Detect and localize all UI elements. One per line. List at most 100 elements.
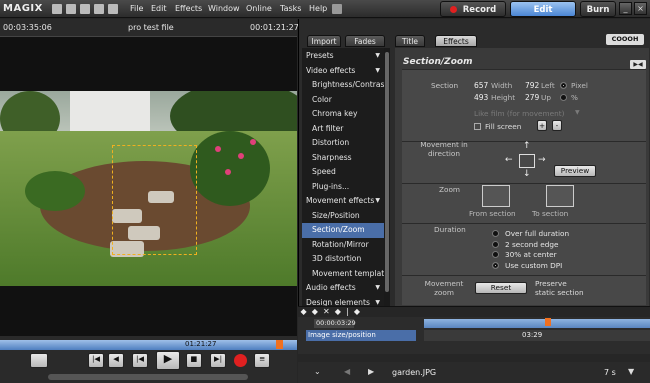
collapse-panel-button[interactable]: ▶◀ (630, 60, 646, 69)
burn-mode-button[interactable]: Burn (580, 1, 616, 17)
tab-import[interactable]: Import (307, 35, 341, 47)
effects-list-item[interactable]: Color (302, 93, 384, 108)
duration-radio[interactable] (492, 240, 499, 248)
save-icon[interactable] (80, 4, 90, 14)
menu-edit[interactable]: Edit (151, 4, 167, 13)
remove-button[interactable]: - (552, 120, 562, 131)
menu-help[interactable]: Help (309, 4, 327, 13)
menu-window[interactable]: Window (208, 4, 240, 13)
effects-group-item[interactable]: Movement effects ▼ (302, 194, 384, 209)
help-book-icon[interactable] (332, 4, 342, 14)
tab-effects[interactable]: Effects (435, 35, 477, 47)
playhead-marker[interactable] (276, 340, 283, 349)
record-button[interactable] (234, 354, 247, 367)
fill-screen-checkbox[interactable] (474, 123, 481, 130)
duration-radio[interactable] (492, 261, 499, 269)
effects-list-item[interactable]: Section/Zoom (302, 223, 384, 238)
menu-button[interactable]: ≡ (254, 353, 270, 368)
effects-group-item[interactable]: Video effects ▼ (302, 64, 384, 79)
direction-arrows-icon[interactable]: ↑ ↓ ← → (505, 141, 551, 182)
width-value[interactable]: 657 (474, 81, 488, 90)
jog-wheel[interactable] (48, 374, 248, 380)
effects-list-item[interactable]: Distortion (302, 136, 384, 151)
effects-list-item[interactable]: Art filter (302, 122, 384, 137)
effects-item-label: 3D distortion (312, 254, 362, 263)
from-section-icon[interactable] (482, 185, 510, 207)
stop-button[interactable]: ■ (186, 353, 202, 368)
arrow-right-icon[interactable]: → (538, 155, 546, 165)
new-file-icon[interactable] (52, 4, 62, 14)
play-button[interactable]: ▶ (156, 351, 180, 370)
record-mode-button[interactable]: Record (440, 1, 506, 17)
effects-panel: Import Fades Title Effects COOOH Presets… (298, 19, 650, 316)
movement-zoom-label: Movement zoom (424, 279, 464, 297)
tab-fades[interactable]: Fades (345, 35, 385, 47)
back-arrow-icon[interactable]: ◀ (344, 367, 350, 376)
video-preview-panel: 00:03:35:06 pro test file 00:01:21:27 (0, 19, 299, 354)
unit-pixel-radio[interactable] (560, 82, 567, 89)
keyframe-icons[interactable]: ◆ ◆ ✕ ◆ | ◆ (298, 307, 360, 316)
section-group (402, 69, 646, 141)
forward-arrow-icon[interactable]: ▶ (368, 367, 374, 376)
jump-start-button[interactable]: |◀ (88, 353, 104, 368)
arrow-left-icon[interactable]: ← (505, 155, 513, 165)
add-button[interactable]: + (537, 120, 547, 131)
direction-center[interactable] (519, 154, 535, 168)
menu-online[interactable]: Online (246, 4, 272, 13)
up-value[interactable]: 279 (525, 93, 539, 102)
effects-list-item[interactable]: Movement template (302, 267, 384, 282)
position-time: 01:21:27 (185, 340, 217, 348)
left-value[interactable]: 792 (525, 81, 539, 90)
effects-list-item[interactable]: 3D distortion (302, 252, 384, 267)
arrow-down-icon[interactable]: ↓ (523, 169, 531, 179)
close-button[interactable]: × (634, 2, 647, 15)
unit-percent-radio[interactable] (560, 94, 567, 101)
timeline-ruler[interactable] (424, 319, 650, 328)
effects-list-item[interactable]: Speed (302, 165, 384, 180)
step-forward-button[interactable]: ▶| (210, 353, 226, 368)
effects-item-label: Movement template (312, 268, 384, 278)
menu-effects[interactable]: Effects (175, 4, 202, 13)
video-frame[interactable] (0, 91, 297, 286)
effects-list-item[interactable]: Size/Position (302, 209, 384, 224)
effects-item-label: Presets (306, 51, 334, 60)
track-name[interactable]: Image size/position (306, 330, 416, 341)
effects-group-item[interactable]: Presets ▼ (302, 49, 384, 64)
dropdown-chevron-icon[interactable]: ▼ (628, 367, 634, 376)
zoom-label: Zoom (439, 185, 461, 194)
reset-button[interactable]: Reset (475, 282, 527, 294)
position-slider[interactable] (0, 340, 297, 350)
preview-button[interactable]: Preview (554, 165, 596, 177)
minimize-button[interactable]: _ (619, 2, 632, 15)
effects-list-item[interactable]: Rotation/Mirror (302, 238, 384, 253)
menu-file[interactable]: File (130, 4, 143, 13)
zoom-button[interactable] (30, 353, 48, 368)
tab-title[interactable]: Title (395, 35, 425, 47)
scroll-thumb[interactable] (385, 52, 389, 292)
effects-list-item[interactable]: Plug-ins... (302, 180, 384, 195)
duration-radio[interactable] (492, 251, 499, 258)
effects-group-item[interactable]: Audio effects ▼ (302, 281, 384, 296)
effects-item-label: Chroma key (312, 109, 358, 118)
arrow-up-icon[interactable]: ↑ (523, 141, 531, 151)
edit-mode-button[interactable]: Edit (510, 1, 576, 17)
effects-list-item[interactable]: Chroma key (302, 107, 384, 122)
to-section-label: To section (532, 209, 569, 218)
effects-list-item[interactable]: Sharpness (302, 151, 384, 166)
timeline-playhead[interactable] (545, 318, 551, 326)
menu-tasks[interactable]: Tasks (280, 4, 301, 13)
section-selection-box[interactable] (112, 145, 197, 255)
height-value[interactable]: 493 (474, 93, 488, 102)
undo-icon[interactable] (108, 4, 118, 14)
collapse-icon[interactable]: ⌄ (314, 367, 321, 376)
effects-list-item[interactable]: Brightness/Contrast (302, 78, 384, 93)
step-back-button[interactable]: |◀ (132, 353, 148, 368)
transport-area: 01:21:27 |◀ ◀ |◀ ▶ ■ ▶| ≡ (0, 336, 297, 383)
effects-item-label: Audio effects (306, 283, 356, 292)
open-file-icon[interactable] (66, 4, 76, 14)
duration-radio[interactable] (492, 230, 499, 237)
prev-button[interactable]: ◀ (108, 353, 124, 368)
like-film-dropdown[interactable]: Like film (for movement) (474, 109, 564, 118)
to-section-icon[interactable] (546, 185, 574, 207)
print-icon[interactable] (94, 4, 104, 14)
